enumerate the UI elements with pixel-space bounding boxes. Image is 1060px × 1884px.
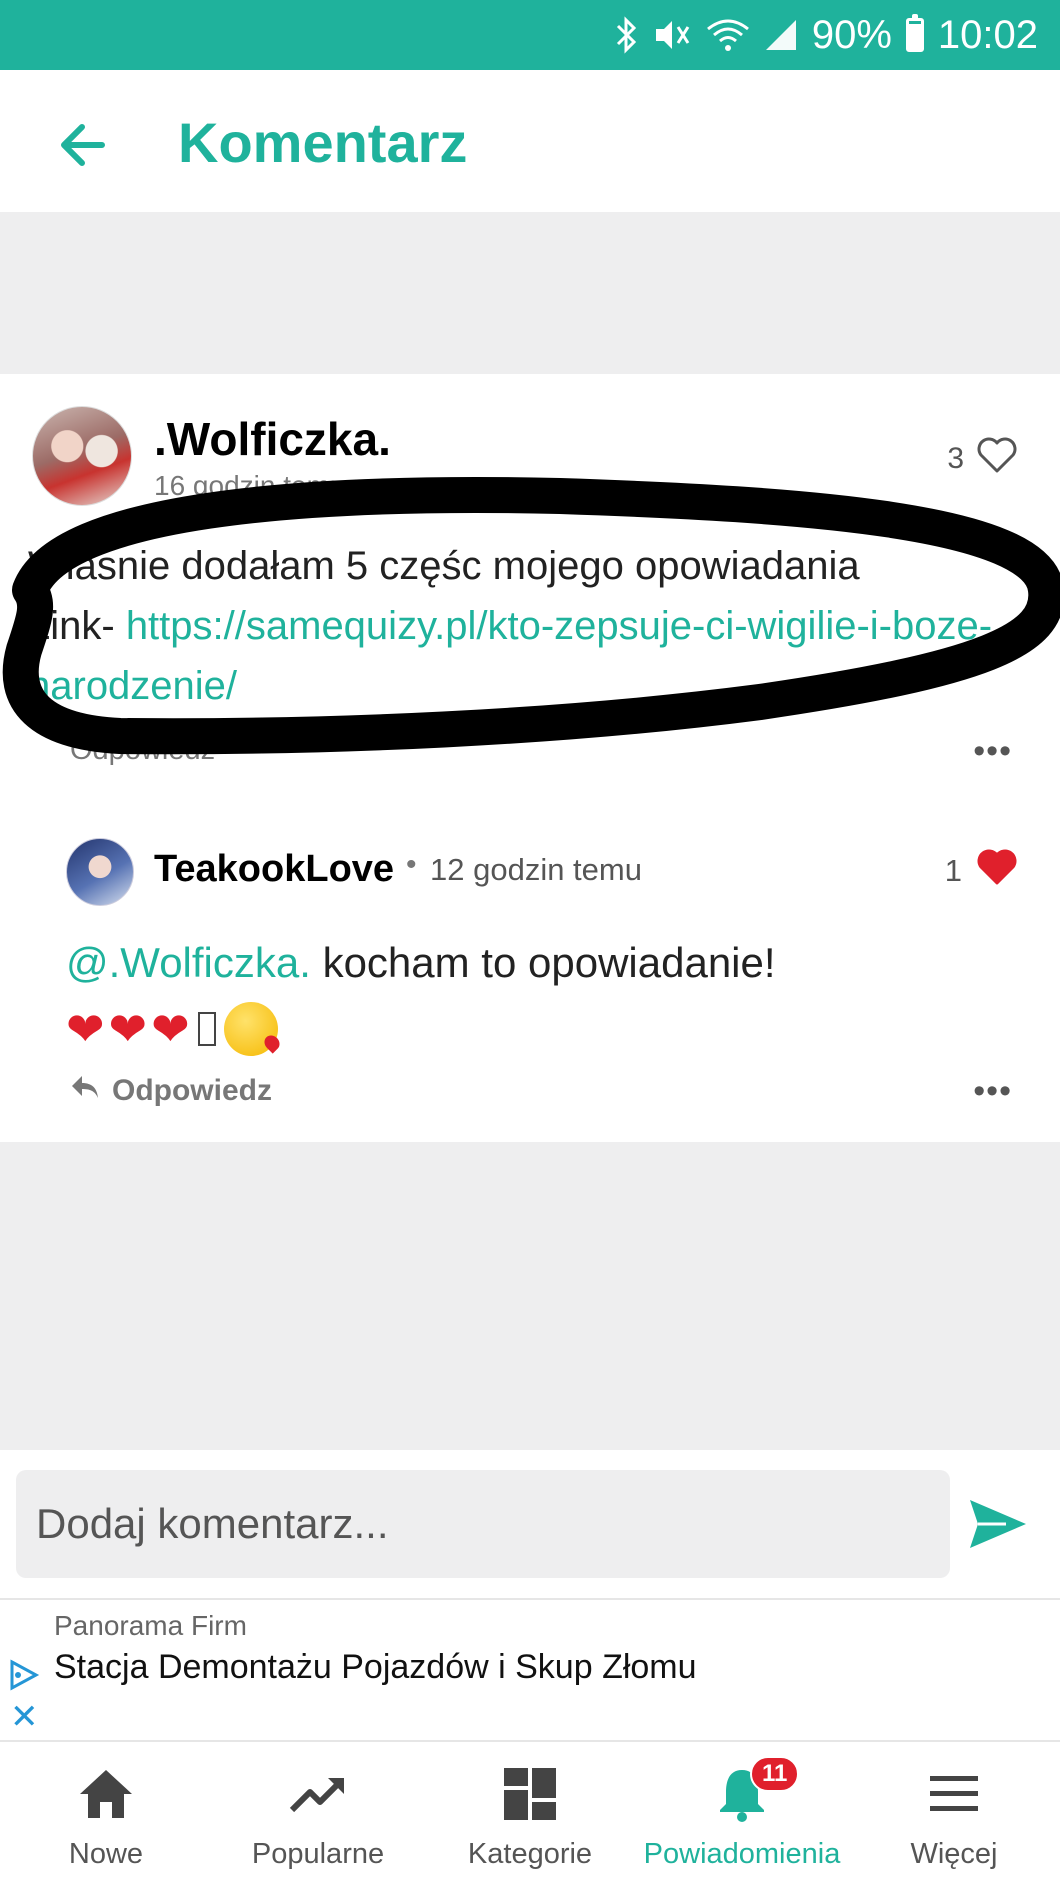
more-options-icon[interactable]: ••• <box>973 1072 1012 1111</box>
comment-input-placeholder: Dodaj komentarz... <box>36 1500 389 1547</box>
like-count: 3 <box>947 442 964 475</box>
comment-time: 16 godzin temu <box>154 470 346 501</box>
page-title: Komentarz <box>178 111 468 174</box>
red-heart-icon: ❤ <box>151 1003 190 1055</box>
like-control[interactable]: 3 <box>947 436 1018 482</box>
nav-label: Popularne <box>251 1838 385 1870</box>
ad-close-icon[interactable]: ✕ <box>10 1700 39 1734</box>
ad-banner[interactable]: Panorama Firm Stacja Demontażu Pojazdów … <box>0 1598 1060 1742</box>
reply-button[interactable]: Odpowiedz <box>70 734 215 767</box>
link-prefix: Link- <box>28 604 126 648</box>
comment-author[interactable]: .Wolficzka. <box>154 412 391 466</box>
status-bar: 90% 10:02 <box>0 0 1060 70</box>
like-count: 1 <box>944 853 962 888</box>
nav-item-kategorie[interactable]: Kategorie <box>424 1742 636 1884</box>
reply-button[interactable]: Odpowiedz <box>70 1074 272 1108</box>
comment-link-line: Link- https://samequizy.pl/kto-zepsuje-c… <box>28 596 1028 716</box>
clock: 10:02 <box>937 12 1038 57</box>
reply-author[interactable]: TeakookLove <box>154 848 394 891</box>
reply-text-body: kocham to opowiadanie! <box>310 939 776 986</box>
mention-link[interactable]: @.Wolficzka. <box>66 939 311 986</box>
nav-item-powiadomienia[interactable]: 11 Powiadomienia <box>636 1742 848 1884</box>
bottom-nav: Nowe Popularne Kategorie 11 Powiadomieni… <box>0 1742 1060 1884</box>
home-icon <box>76 1764 136 1824</box>
comment-input[interactable]: Dodaj komentarz... <box>16 1470 950 1578</box>
heart-filled-icon[interactable] <box>976 848 1018 894</box>
battery-icon <box>905 14 924 52</box>
nav-label: Więcej <box>910 1838 998 1870</box>
comment-composer: Dodaj komentarz... <box>0 1450 1060 1598</box>
comment-link[interactable]: https://samequizy.pl/kto-zepsuje-ci-wigi… <box>28 604 992 708</box>
kiss-emoji-icon <box>223 1002 278 1056</box>
nav-item-nowe[interactable]: Nowe <box>0 1742 212 1884</box>
empty-area <box>0 1142 1060 1450</box>
nav-label: Nowe <box>68 1838 144 1870</box>
app-bar: Komentarz <box>0 70 1060 212</box>
comment: .Wolficzka. 16 godzin temu 3 Własnie dod… <box>0 374 1060 784</box>
avatar[interactable] <box>32 406 132 506</box>
adchoices-icon[interactable] <box>8 1658 40 1692</box>
nav-item-wiecej[interactable]: Więcej <box>848 1742 1060 1884</box>
notification-badge: 11 <box>750 1756 800 1792</box>
comment-text: Własnie dodałam 5 częśc mojego opowiadan… <box>28 536 1028 716</box>
heart-outline-icon[interactable] <box>976 436 1018 482</box>
missing-glyph-icon <box>197 1012 216 1046</box>
send-icon[interactable] <box>966 1492 1030 1556</box>
comment-text-line: Własnie dodałam 5 częśc mojego opowiadan… <box>28 544 860 588</box>
separator-dot: • <box>406 848 417 881</box>
reply-text: @.Wolficzka. kocham to opowiadanie! <box>66 934 986 992</box>
reply-time: 12 godzin temu <box>430 852 642 887</box>
ad-title[interactable]: Stacja Demontażu Pojazdów i Skup Złomu <box>54 1646 754 1688</box>
avatar[interactable] <box>66 838 134 906</box>
reply-arrow-icon <box>70 1074 100 1108</box>
nav-label: Kategorie <box>467 1838 593 1870</box>
grid-icon <box>500 1764 560 1824</box>
back-arrow-icon[interactable] <box>54 115 114 175</box>
red-heart-icon: ❤ <box>66 1003 105 1055</box>
ad-source: Panorama Firm <box>54 1610 247 1641</box>
red-heart-icon: ❤ <box>108 1003 148 1055</box>
wifi-icon <box>706 17 750 53</box>
menu-icon <box>924 1764 984 1824</box>
bluetooth-icon <box>614 16 638 54</box>
nav-label: Powiadomienia <box>643 1838 841 1870</box>
reply-label: Odpowiedz <box>112 1074 272 1107</box>
spacer-band <box>0 212 1060 374</box>
reply-comment: TeakookLove • 12 godzin temu 1 @.Wolficz… <box>0 784 1060 1142</box>
like-control[interactable]: 1 <box>945 848 1018 894</box>
nav-item-popularne[interactable]: Popularne <box>212 1742 424 1884</box>
battery-percent: 90% <box>811 12 892 57</box>
trending-icon <box>288 1764 348 1824</box>
emoji-row: ❤ ❤ ❤ <box>66 1002 278 1056</box>
signal-icon <box>764 18 798 52</box>
more-options-icon[interactable]: ••• <box>973 732 1012 771</box>
mute-vibrate-icon <box>652 17 692 53</box>
